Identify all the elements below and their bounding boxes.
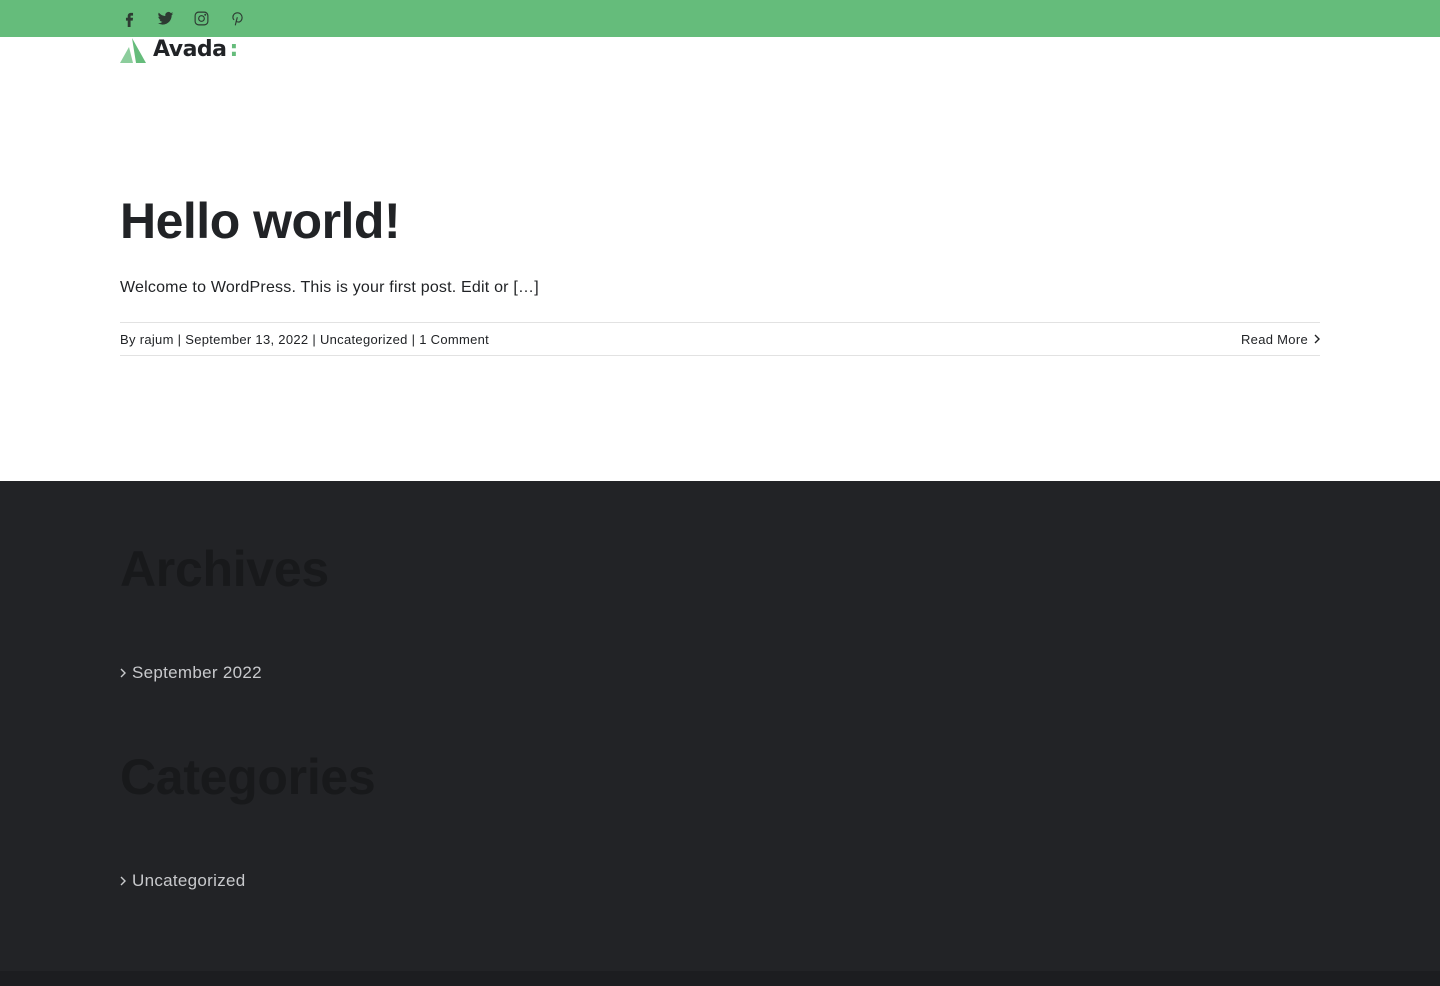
meta-date: September 13, 2022 <box>185 331 309 347</box>
archive-item-label: September 2022 <box>132 663 262 682</box>
footer-widgets: Archives September 2022 Categories Uncat… <box>0 481 1440 971</box>
post-excerpt: Welcome to WordPress. This is your first… <box>120 279 539 296</box>
category-item-uncategorized[interactable]: Uncategorized <box>120 871 246 891</box>
meta-category-link[interactable]: Uncategorized <box>320 332 408 347</box>
post-meta: By rajum | September 13, 2022 | Uncatego… <box>120 322 1320 356</box>
chevron-right-icon <box>1314 334 1320 344</box>
logo-mark-icon <box>120 37 146 63</box>
chevron-right-icon <box>120 668 126 678</box>
meta-separator: | <box>308 331 320 347</box>
meta-comments-link[interactable]: 1 Comment <box>419 332 489 347</box>
archives-widget-title: Archives <box>120 541 329 597</box>
top-bar <box>0 0 1440 37</box>
pinterest-icon[interactable] <box>228 9 247 28</box>
logo-text: Avada <box>153 37 227 62</box>
post-title[interactable]: Hello world! <box>120 190 1320 252</box>
read-more-link[interactable]: Read More <box>1241 332 1320 347</box>
archive-item-september-2022[interactable]: September 2022 <box>120 663 262 683</box>
meta-by: By <box>120 331 140 347</box>
categories-widget-title: Categories <box>120 749 376 805</box>
logo-accent: : <box>229 37 239 62</box>
post-meta-info: By rajum | September 13, 2022 | Uncatego… <box>120 332 489 347</box>
site-logo[interactable]: Avada : <box>120 37 238 63</box>
copyright-bar <box>0 971 1440 986</box>
blog-post: Hello world! Welcome to WordPress. This … <box>120 190 1320 356</box>
instagram-icon[interactable] <box>192 9 211 28</box>
chevron-right-icon <box>120 876 126 886</box>
social-links <box>120 0 247 37</box>
read-more-label: Read More <box>1240 331 1308 347</box>
twitter-icon[interactable] <box>156 9 175 28</box>
meta-separator: | <box>407 331 420 347</box>
meta-author-link[interactable]: rajum <box>140 332 174 347</box>
category-item-label: Uncategorized <box>132 871 246 890</box>
facebook-icon[interactable] <box>120 9 139 28</box>
meta-separator: | <box>173 331 186 347</box>
